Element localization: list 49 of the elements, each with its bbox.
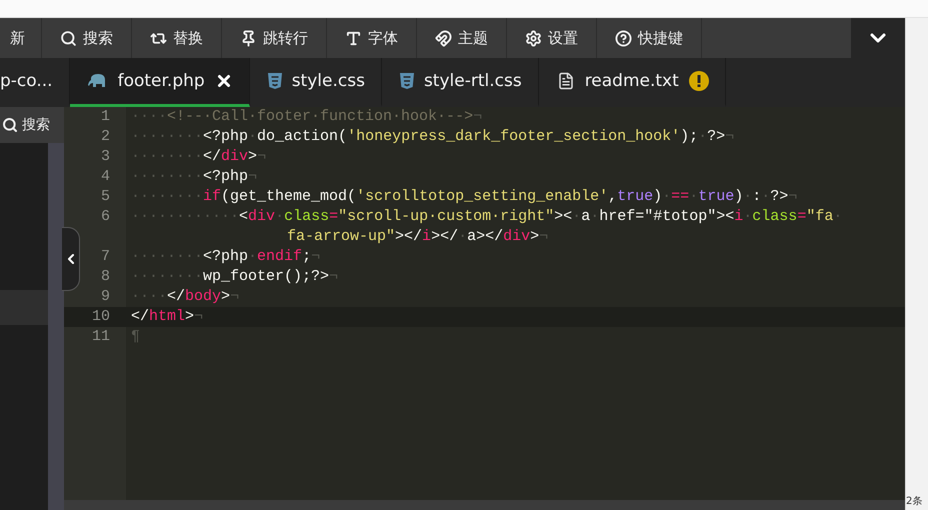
line-number: 5: [100, 187, 111, 207]
tab-label: style.css: [292, 71, 365, 91]
magnet-icon: [435, 30, 452, 46]
line-number: 1: [100, 107, 111, 127]
settings-icon: [525, 30, 542, 46]
code-text: ········<?php¬: [130, 167, 258, 187]
code-text: ········<?php·endif;¬: [130, 247, 320, 267]
search-icon: [60, 30, 77, 46]
file-tab[interactable]: footer.php: [70, 58, 250, 107]
file-tab[interactable]: p-co...: [0, 58, 70, 107]
sidebar-scrollbar[interactable]: [48, 143, 64, 510]
code-text: fa-arrow-up"></i></·a></div>¬: [286, 227, 548, 247]
horizontal-scrollbar[interactable]: [64, 500, 906, 510]
tab-label: readme.txt: [584, 71, 679, 91]
line-number: 10: [90, 307, 111, 327]
line-number: 11: [90, 327, 111, 347]
file-tab[interactable]: readme.txt: [538, 58, 726, 107]
pin-icon: [240, 30, 257, 46]
line-number: 9: [100, 287, 111, 307]
line-number: 2: [100, 127, 111, 147]
code-text: ········</div>¬: [130, 147, 266, 167]
document-icon: [556, 72, 575, 90]
letter-t-icon: [345, 30, 362, 46]
count-text: 2条: [906, 495, 924, 509]
code-text: ········if(get_theme_mod('scrolltotop_setting_enable',true)·==·true)·:·?>¬: [130, 187, 798, 207]
css-shield-icon: [400, 73, 414, 89]
search-button[interactable]: 搜索: [0, 107, 64, 143]
file-tab[interactable]: style.css: [250, 58, 382, 107]
line-number: 3: [100, 147, 111, 167]
code-text: ····</body>¬: [130, 287, 240, 307]
search-icon: [2, 117, 18, 133]
code-text: </html>¬: [130, 307, 204, 327]
line-number: 6: [100, 207, 111, 227]
line-number: 8: [100, 267, 111, 287]
expand-button[interactable]: [851, 18, 906, 58]
code-text: ¶: [130, 327, 140, 347]
code-text: ········wp_footer();?>¬: [130, 267, 338, 287]
code-text: ····<!--·Call·footer·function·hook·-->¬: [130, 107, 482, 127]
tab-label: style-rtl.css: [424, 71, 522, 91]
line-number: 7: [100, 247, 111, 267]
code-text: ············<div·class="scroll-up·custom·right"><·a·href="#totop"><i·class="fa·: [130, 207, 842, 227]
css-shield-icon: [268, 73, 282, 89]
elephant-icon: [88, 74, 108, 88]
tab-label: p-co...: [0, 71, 53, 91]
question-circle-icon: [615, 30, 632, 46]
tab-label: footer.php: [118, 71, 205, 91]
code-text: ········<?php·do_action('honeypress_dark_footer_section_hook');·?>¬: [130, 127, 734, 147]
collapse-handle[interactable]: [62, 227, 80, 291]
line-number: 4: [100, 167, 111, 187]
